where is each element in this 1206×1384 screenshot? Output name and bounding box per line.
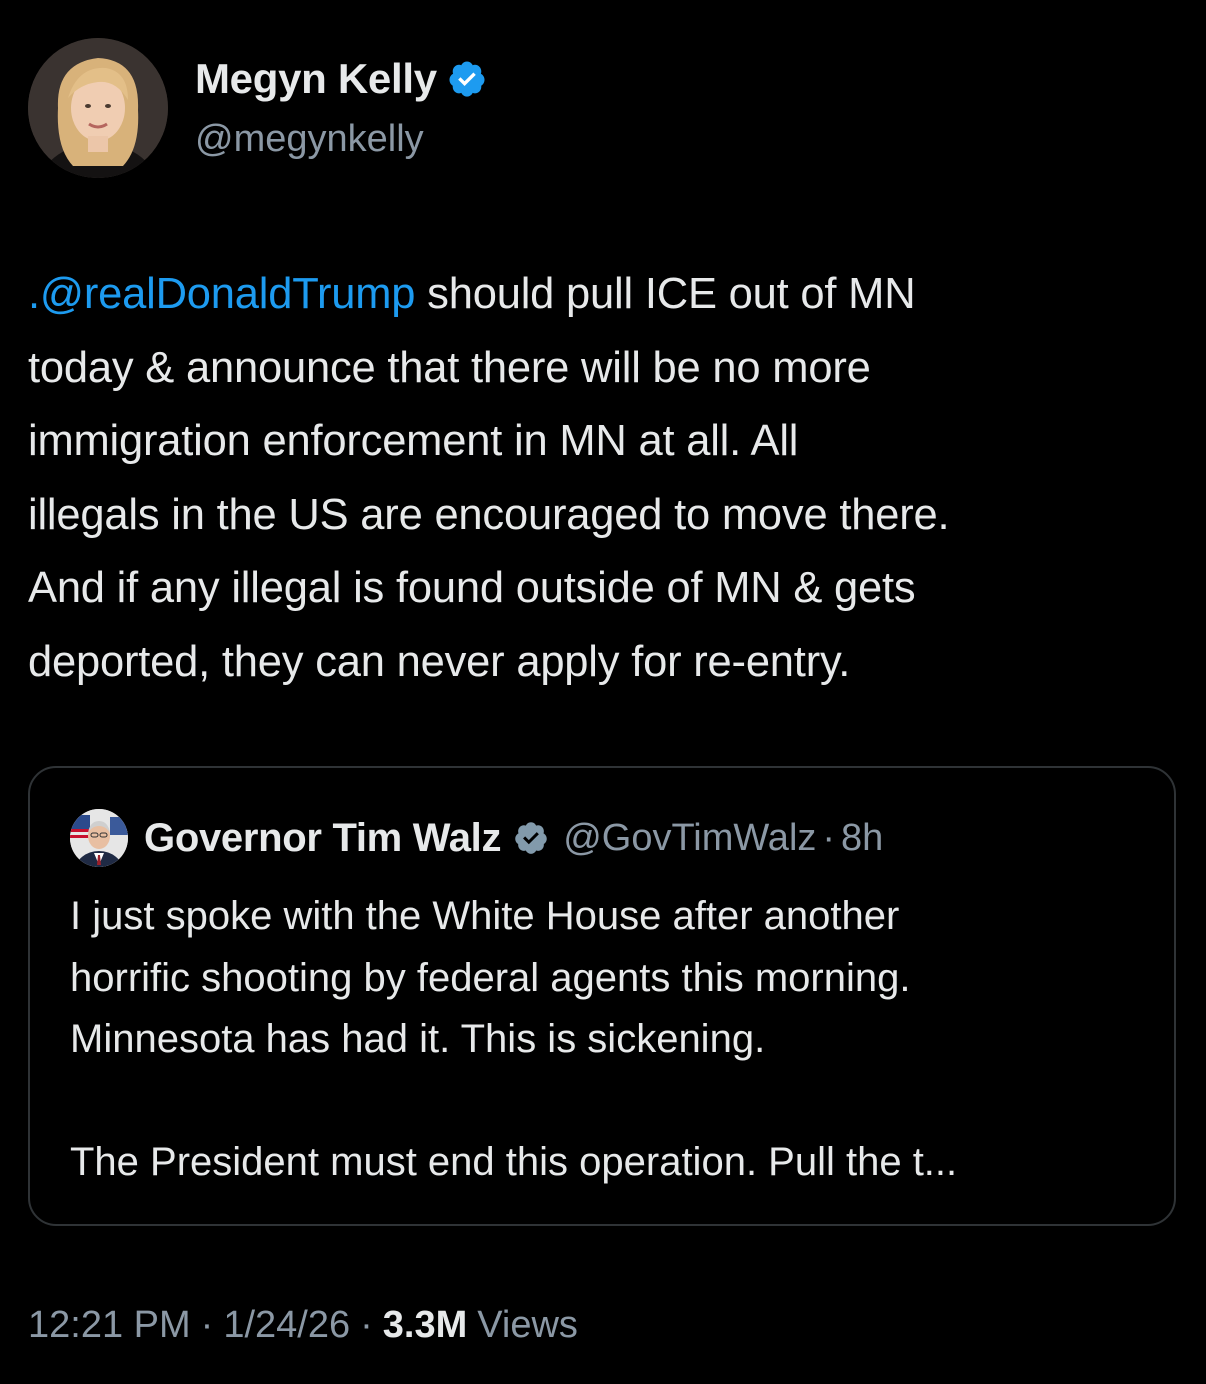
- profile-photo-icon: [70, 809, 128, 867]
- verified-badge-icon[interactable]: [447, 59, 487, 99]
- author-name-row[interactable]: Megyn Kelly: [195, 54, 487, 104]
- views-count[interactable]: 3.3M: [383, 1304, 467, 1347]
- separator-dot: ·: [822, 816, 836, 859]
- tweet-line: And if any illegal is found outside of M…: [28, 564, 916, 612]
- tweet-text: .@realDonaldTrump should pull ICE out of…: [28, 258, 1188, 699]
- quoted-tweet-line: Minnesota has had it. This is sickening.: [70, 1017, 766, 1061]
- tweet-time[interactable]: 12:21 PM: [28, 1304, 191, 1347]
- tweet[interactable]: Megyn Kelly @megynkelly .@realDonaldTrum…: [0, 0, 1206, 1384]
- tweet-line: .@realDonaldTrump should pull ICE out of…: [28, 258, 1188, 332]
- profile-photo-icon: [28, 38, 168, 178]
- quoted-author-handle[interactable]: @GovTimWalz: [563, 817, 816, 860]
- tweet-line: deported, they can never apply for re-en…: [28, 637, 851, 686]
- quoted-tweet-text: I just spoke with the White House after …: [70, 886, 1150, 1194]
- tweet-meta: 12:21 PM · 1/24/26 · 3.3M Views: [28, 1304, 578, 1347]
- quoted-tweet-line: horrific shooting by federal agents this…: [70, 955, 911, 1000]
- views-label: Views: [477, 1304, 578, 1346]
- author-handle[interactable]: @megynkelly: [195, 118, 424, 161]
- tweet-line-text: should pull ICE out of MN: [415, 270, 916, 318]
- verified-badge-icon[interactable]: [513, 820, 549, 856]
- mention-link[interactable]: .@realDonaldTrump: [28, 270, 415, 318]
- quoted-tweet-time[interactable]: 8h: [841, 817, 883, 860]
- quoted-tweet-line: I just spoke with the White House after …: [70, 894, 900, 938]
- author-avatar[interactable]: [28, 38, 168, 178]
- tweet-line: illegals in the US are encouraged to mov…: [28, 490, 950, 539]
- separator-dot: ·: [360, 1304, 373, 1346]
- author-name[interactable]: Megyn Kelly: [195, 55, 437, 103]
- tweet-line: immigration enforcement in MN at all. Al…: [28, 417, 799, 465]
- quoted-author-name[interactable]: Governor Tim Walz: [144, 816, 501, 861]
- quoted-tweet-line: The President must end this operation. P…: [70, 1140, 958, 1184]
- quoted-author-avatar[interactable]: [70, 809, 128, 867]
- tweet-date[interactable]: 1/24/26: [223, 1304, 350, 1347]
- quoted-tweet-header: Governor Tim Walz @GovTimWalz · 8h: [70, 809, 883, 867]
- separator-dot: ·: [200, 1304, 214, 1346]
- quoted-tweet-card[interactable]: Governor Tim Walz @GovTimWalz · 8h I jus…: [28, 766, 1176, 1226]
- tweet-line: today & announce that there will be no m…: [28, 343, 871, 392]
